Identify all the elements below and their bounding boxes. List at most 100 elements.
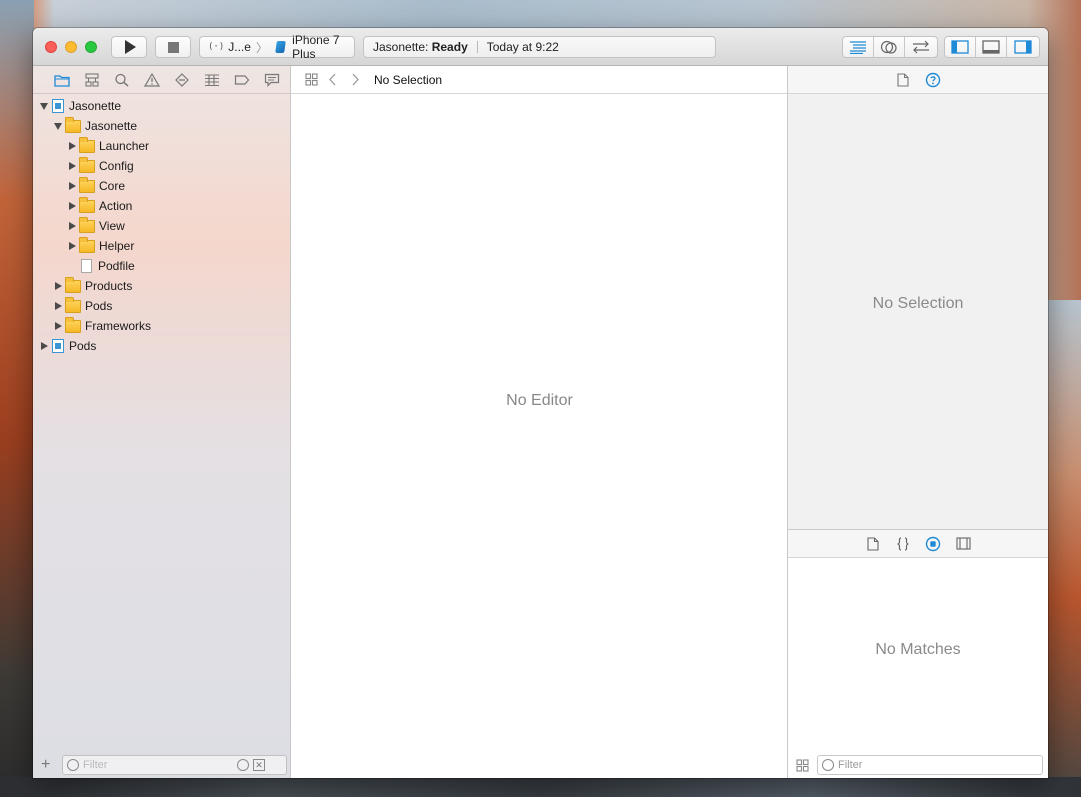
debug-panel-icon	[982, 40, 1000, 54]
grid-icon	[796, 758, 809, 772]
editor-area: No Selection No Editor	[291, 66, 788, 778]
tree-row-podfile[interactable]: Podfile	[33, 256, 290, 276]
chevron-right-icon	[352, 73, 359, 86]
tab-quick-help-inspector[interactable]	[923, 70, 943, 90]
close-window-button[interactable]	[45, 41, 57, 53]
tree-row-jasonette-project[interactable]: Jasonette	[33, 96, 290, 116]
toggle-debug-area-button[interactable]	[976, 37, 1007, 57]
disclosure-expanded-icon[interactable]	[37, 102, 51, 110]
tab-code-snippet-library[interactable]	[893, 534, 913, 554]
tree-row-label: Frameworks	[85, 319, 152, 333]
tree-row-label: Helper	[99, 239, 135, 253]
tab-test-navigator[interactable]	[167, 66, 197, 94]
disclosure-collapsed-icon[interactable]	[51, 302, 65, 310]
library-pane: No Matches	[788, 558, 1048, 778]
search-icon	[115, 73, 129, 87]
tab-object-library[interactable]	[923, 534, 943, 554]
disclosure-collapsed-icon[interactable]	[51, 322, 65, 330]
disclosure-collapsed-icon[interactable]	[65, 202, 79, 210]
disclosure-collapsed-icon[interactable]	[37, 342, 51, 350]
go-forward-button[interactable]	[344, 69, 366, 91]
desktop-wallpaper-left	[0, 0, 34, 797]
scheme-target-label: J...e	[228, 40, 251, 54]
tree-row-config[interactable]: Config	[33, 156, 290, 176]
tree-row-launcher[interactable]: Launcher	[33, 136, 290, 156]
tab-file-template-library[interactable]	[863, 534, 883, 554]
folder-icon	[79, 156, 95, 173]
disclosure-expanded-icon[interactable]	[51, 122, 65, 130]
navigator-filter-field[interactable]: ✕	[62, 755, 287, 775]
toggle-navigator-button[interactable]	[945, 37, 976, 57]
play-icon	[125, 40, 136, 54]
no-editor-placeholder: No Editor	[506, 392, 573, 409]
tab-debug-navigator[interactable]	[197, 66, 227, 94]
run-button[interactable]	[111, 36, 147, 58]
assistant-editor-icon	[880, 40, 897, 54]
tree-row-pods-project[interactable]: Pods	[33, 336, 290, 356]
hierarchy-icon	[85, 72, 99, 87]
tab-file-inspector[interactable]	[893, 70, 913, 90]
view-toggle-segmented-control	[944, 36, 1040, 58]
library-filter-input[interactable]	[838, 759, 1028, 771]
scheme-device-label: iPhone 7 Plus	[292, 33, 340, 61]
grid-view-toggle[interactable]	[796, 758, 809, 772]
tree-row-view[interactable]: View	[33, 216, 290, 236]
tab-project-navigator[interactable]	[47, 66, 77, 94]
disclosure-collapsed-icon[interactable]	[65, 242, 79, 250]
tab-report-navigator[interactable]	[257, 66, 287, 94]
chevron-left-icon	[329, 73, 336, 86]
folder-icon	[65, 316, 81, 333]
tab-symbol-navigator[interactable]	[77, 66, 107, 94]
braces-icon	[897, 536, 909, 551]
stop-button[interactable]	[155, 36, 191, 58]
disclosure-collapsed-icon[interactable]	[65, 182, 79, 190]
navigator-filter-input[interactable]	[83, 759, 233, 771]
tree-row-products[interactable]: Products	[33, 276, 290, 296]
library-filter-field[interactable]	[817, 755, 1043, 775]
folder-icon	[79, 176, 95, 193]
recent-files-clock-icon[interactable]	[237, 759, 249, 771]
jump-bar: No Selection	[291, 66, 787, 94]
tree-row-jasonette-folder[interactable]: Jasonette	[33, 116, 290, 136]
tab-find-navigator[interactable]	[107, 66, 137, 94]
tree-row-pods-folder[interactable]: Pods	[33, 296, 290, 316]
tab-breakpoint-navigator[interactable]	[227, 66, 257, 94]
filter-icon	[822, 759, 834, 771]
object-library-icon	[925, 536, 941, 551]
disclosure-collapsed-icon[interactable]	[65, 222, 79, 230]
utilities-pane: No Selection No Matches	[788, 66, 1048, 778]
tree-row-label: Action	[99, 199, 133, 213]
disclosure-collapsed-icon[interactable]	[51, 282, 65, 290]
toggle-utilities-button[interactable]	[1007, 37, 1038, 57]
folder-icon	[65, 296, 81, 313]
zoom-window-button[interactable]	[85, 41, 97, 53]
inspector-no-selection: No Selection	[872, 295, 964, 312]
tree-row-label: Config	[99, 159, 134, 173]
tree-row-helper[interactable]: Helper	[33, 236, 290, 256]
tree-row-action[interactable]: Action	[33, 196, 290, 216]
desktop-wallpaper-bottom	[0, 777, 1081, 797]
disclosure-collapsed-icon[interactable]	[65, 162, 79, 170]
tab-issue-navigator[interactable]	[137, 66, 167, 94]
scm-status-filter-icon[interactable]: ✕	[253, 759, 265, 771]
jump-bar-breadcrumb[interactable]: No Selection	[374, 73, 442, 87]
project-file-icon	[52, 99, 64, 113]
related-items-button[interactable]	[300, 69, 322, 91]
debug-bars-icon	[205, 73, 219, 86]
activity-view: Jasonette: Ready Today at 9:22	[363, 36, 716, 58]
scheme-selector[interactable]: (·) J...e 〉 iPhone 7 Plus	[199, 33, 355, 61]
tree-row-frameworks[interactable]: Frameworks	[33, 316, 290, 336]
disclosure-collapsed-icon[interactable]	[65, 142, 79, 150]
navigator-tab-bar	[33, 66, 290, 94]
assistant-editor-button[interactable]	[874, 37, 905, 57]
tree-row-label: Jasonette	[69, 99, 122, 113]
breakpoint-icon	[234, 74, 250, 85]
go-back-button[interactable]	[322, 69, 344, 91]
tab-media-library[interactable]	[953, 534, 973, 554]
standard-editor-button[interactable]	[843, 37, 874, 57]
add-file-button[interactable]: +	[41, 757, 57, 773]
version-editor-button[interactable]	[905, 37, 936, 57]
minimize-window-button[interactable]	[65, 41, 77, 53]
tree-row-core[interactable]: Core	[33, 176, 290, 196]
file-icon	[81, 259, 92, 273]
